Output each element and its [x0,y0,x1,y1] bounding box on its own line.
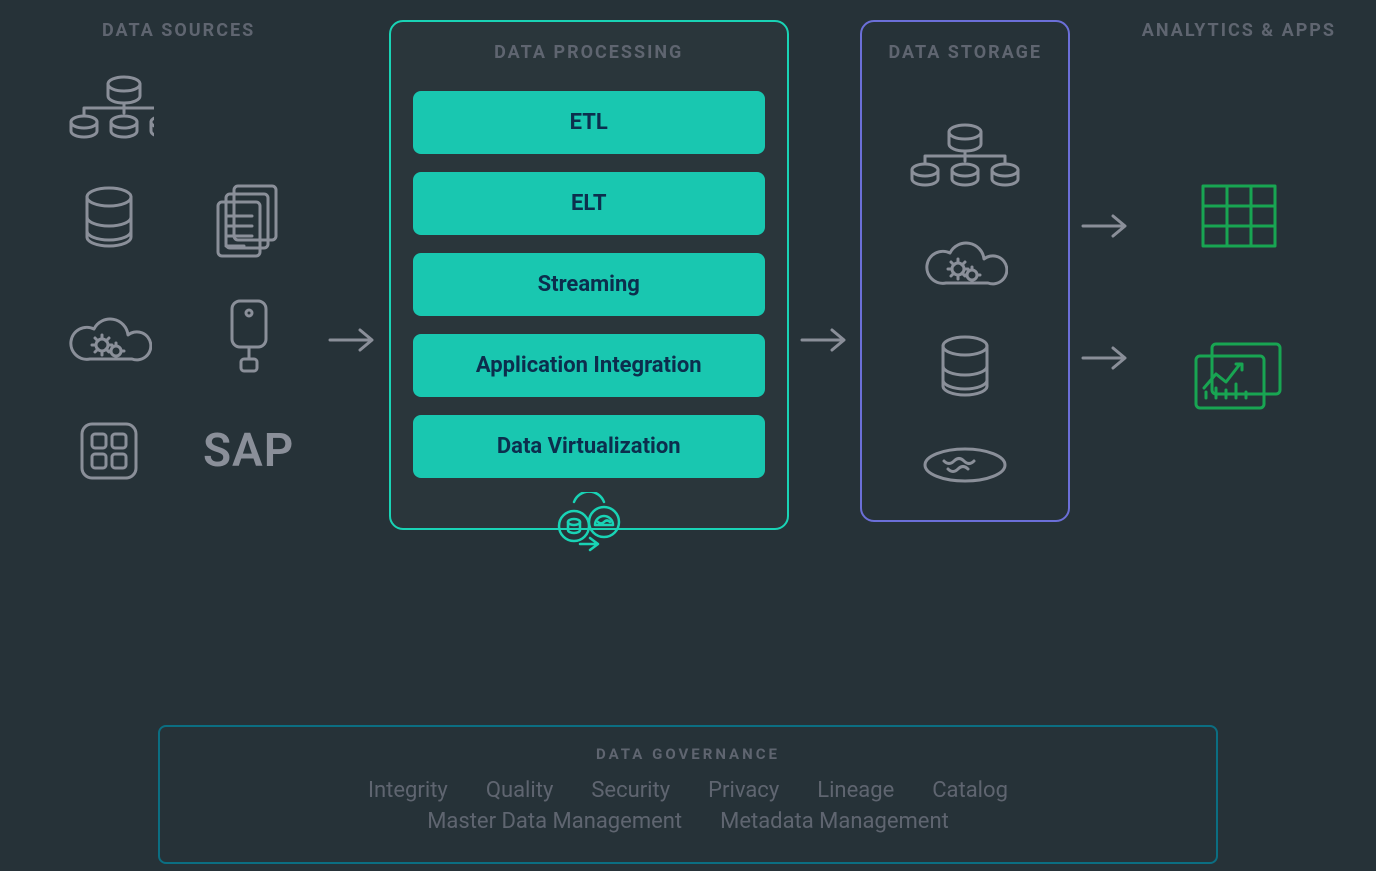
sap-label: SAP [204,411,294,491]
column-title-sources: DATA SOURCES [102,20,255,41]
column-title-storage: DATA STORAGE [888,42,1042,63]
data-flow-badge-icon [548,492,630,558]
applications-icon [64,411,154,491]
gov-item-security: Security [591,778,670,803]
cloud-services-icon [64,296,154,376]
flow-arrows-storage-to-analytics [1070,20,1142,660]
column-title-analytics: ANALYTICS & APPS [1142,20,1336,41]
governance-row-1: Integrity Quality Security Privacy Linea… [180,778,1196,803]
governance-row-2: Master Data Management Metadata Manageme… [180,809,1196,834]
column-data-processing: DATA PROCESSING ETL ELT Streaming Applic… [389,20,789,530]
documents-icon [204,181,294,261]
server-icon [204,296,294,376]
processing-box: DATA PROCESSING ETL ELT Streaming Applic… [389,20,789,530]
dashboard-icon [1189,336,1289,416]
gov-item-integrity: Integrity [368,778,448,803]
analytics-grid-icon [1194,176,1284,256]
processing-item-elt: ELT [413,172,765,235]
processing-item-data-virtualization: Data Virtualization [413,415,765,478]
storage-box: DATA STORAGE [860,20,1070,522]
governance-title: DATA GOVERNANCE [180,745,1196,763]
gov-item-catalog: Catalog [932,778,1008,803]
column-data-sources: DATA SOURCES SAP [40,20,317,491]
database-icon [64,181,154,261]
data-governance-panel: DATA GOVERNANCE Integrity Quality Securi… [158,725,1218,864]
database-storage-icon [920,330,1010,410]
flow-arrow-sources-to-processing [317,20,389,660]
column-analytics-apps: ANALYTICS & APPS [1142,20,1336,416]
gov-item-mdm: Master Data Management [427,809,682,834]
gov-item-privacy: Privacy [708,778,779,803]
column-title-processing: DATA PROCESSING [494,42,683,63]
data-lake-icon [915,440,1015,490]
distributed-database-icon [64,66,154,146]
pipeline-columns: DATA SOURCES SAP [40,20,1336,670]
processing-item-etl: ETL [413,91,765,154]
flow-arrow-processing-to-storage [789,20,861,660]
gov-item-lineage: Lineage [817,778,894,803]
processing-item-application-integration: Application Integration [413,334,765,397]
source-icon-grid: SAP [64,66,294,491]
gov-item-quality: Quality [486,778,554,803]
gov-item-metadata: Metadata Management [720,809,949,834]
cloud-storage-icon [920,220,1010,300]
data-warehouse-icon [905,118,1025,190]
flow-arrow-icon [1079,342,1133,374]
flow-arrow-icon [1079,210,1133,242]
processing-item-streaming: Streaming [413,253,765,316]
column-data-storage: DATA STORAGE [860,20,1070,522]
